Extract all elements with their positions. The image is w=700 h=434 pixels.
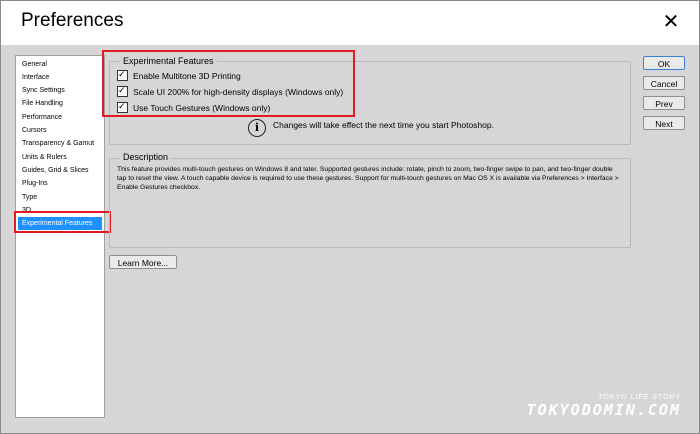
- prev-button[interactable]: Prev: [643, 96, 685, 110]
- sidebar-item-guides-grid-slices[interactable]: Guides, Grid & Slices: [18, 164, 102, 177]
- learn-more-button[interactable]: Learn More...: [109, 255, 177, 269]
- sidebar-item-plug-ins[interactable]: Plug-Ins: [18, 177, 102, 190]
- title-bar: Preferences ✕: [1, 1, 699, 45]
- preferences-dialog: Preferences ✕ General Interface Sync Set…: [0, 0, 700, 434]
- sidebar-item-transparency-gamut[interactable]: Transparency & Gamut: [18, 137, 102, 150]
- sidebar-item-performance[interactable]: Performance: [18, 111, 102, 124]
- watermark-brand: TOKYODOMIN.COM: [526, 401, 681, 419]
- sidebar-highlight-box: [14, 211, 111, 233]
- watermark-tagline: TOKYO LIFE STORY: [598, 394, 681, 401]
- sidebar-item-sync-settings[interactable]: Sync Settings: [18, 84, 102, 97]
- close-icon[interactable]: ✕: [657, 8, 685, 36]
- sidebar-item-file-handling[interactable]: File Handling: [18, 97, 102, 110]
- next-button[interactable]: Next: [643, 116, 685, 130]
- sidebar: General Interface Sync Settings File Han…: [15, 55, 105, 418]
- ok-button[interactable]: OK: [643, 56, 685, 70]
- cancel-button[interactable]: Cancel: [643, 76, 685, 90]
- sidebar-item-type[interactable]: Type: [18, 191, 102, 204]
- description-text: This feature provides multi-touch gestur…: [117, 166, 619, 191]
- sidebar-item-units-rulers[interactable]: Units & Rulers: [18, 151, 102, 164]
- info-icon: i: [248, 119, 266, 137]
- sidebar-item-general[interactable]: General: [18, 58, 102, 71]
- sidebar-item-cursors[interactable]: Cursors: [18, 124, 102, 137]
- restart-notice: Changes will take effect the next time y…: [273, 120, 494, 130]
- sidebar-item-interface[interactable]: Interface: [18, 71, 102, 84]
- description-legend: Description: [120, 152, 172, 162]
- watermark: TOKYO LIFE STORY TOKYODOMIN.COM: [527, 394, 681, 419]
- options-highlight-box: [102, 50, 355, 117]
- dialog-title: Preferences: [21, 10, 124, 31]
